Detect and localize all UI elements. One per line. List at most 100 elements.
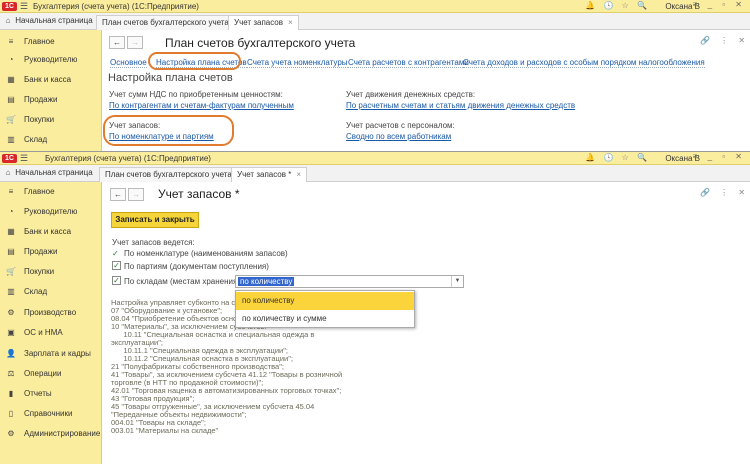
main-menu-icon[interactable]: ☰ <box>20 1 28 12</box>
main-menu-icon[interactable]: ☰ <box>20 153 28 164</box>
batches-checkbox[interactable]: ✓ <box>112 261 121 270</box>
nav-link-contractor-accounts[interactable]: Счета расчетов с контрагентами <box>348 58 469 68</box>
menu-icon: ≡ <box>8 37 14 46</box>
sidebar-item-purchases[interactable]: 🛒 Покупки <box>0 264 102 280</box>
chevron-down-icon[interactable]: ▼ <box>451 276 463 287</box>
sidebar-item-label: ОС и НМА <box>24 328 63 337</box>
tab-label: Учет запасов * <box>237 170 292 179</box>
warehouse-icon: ▥ <box>7 135 15 144</box>
sidebar-item-label: Главное <box>24 187 55 196</box>
content-area: ← → Учет запасов * 🔗 ⋮ ✕ Записать и закр… <box>103 182 750 464</box>
dropdown-option[interactable]: по количеству и сумме <box>236 310 414 328</box>
1c-logo: 1С <box>2 154 17 163</box>
sidebar-item-operations[interactable]: ⚖ Операции <box>0 366 102 382</box>
sidebar-item-main[interactable]: ≡ Главное <box>0 184 102 200</box>
close-icon[interactable]: × <box>288 18 293 27</box>
cash-link[interactable]: По расчетным счетам и статьям движения д… <box>346 101 575 110</box>
sidebar-item-label: Покупки <box>24 115 55 124</box>
header-icons[interactable]: 🔗 ⋮ ✕ <box>700 188 749 197</box>
sales-icon: ▤ <box>7 95 15 104</box>
chart-icon: ◔ <box>8 207 14 216</box>
tab-label: План счетов бухгалтерского учета <box>105 170 232 179</box>
option-items-label: По номенклатуре (наименованиям запасов) <box>124 249 288 258</box>
sidebar-item-sales[interactable]: ▤ Продажи <box>0 92 102 108</box>
tab-stock-accounting[interactable]: Учет запасов * × <box>231 167 308 183</box>
title-bar: 1С ☰ Бухгалтерия (счета учета) (1С:Предп… <box>0 152 750 165</box>
sidebar-item-sales[interactable]: ▤ Продажи <box>0 244 102 260</box>
content-area: ← → План счетов бухгалтерского учета 🔗 ⋮… <box>103 30 750 151</box>
tab-label: Учет запасов <box>234 18 284 27</box>
warehouse-icon: ▥ <box>7 287 15 296</box>
sidebar: ≡ Главное ◔ Руководителю ▦ Банк и касса ▤ Пр… <box>0 182 102 464</box>
dropdown-list: по количеству по количеству и сумме <box>235 290 415 328</box>
sidebar-item-main[interactable]: ≡ Главное <box>0 34 102 50</box>
forward-button[interactable]: → <box>127 36 143 49</box>
sidebar-item-label: Главное <box>24 37 55 46</box>
sidebar-item-warehouse[interactable]: ▥ Склад <box>0 132 102 148</box>
personnel-label: Учет расчетов с персоналом: <box>346 121 455 130</box>
save-and-close-button[interactable]: Записать и закрыть <box>111 212 199 228</box>
forward-button[interactable]: → <box>128 188 144 201</box>
personnel-link[interactable]: Сводно по всем работникам <box>346 132 451 141</box>
nav-link-income-expense[interactable]: Счета доходов и расходов с особым порядк… <box>463 58 705 68</box>
sidebar-item-bank[interactable]: ▦ Банк и касса <box>0 224 102 240</box>
person-icon: 👤 <box>6 349 16 358</box>
intro-label: Учет запасов ведется: <box>112 238 195 247</box>
sidebar-item-label: Производство <box>24 308 77 317</box>
bank-icon: ▦ <box>7 227 15 236</box>
nav-link-main[interactable]: Основное <box>110 58 147 68</box>
sidebar-item-purchases[interactable]: 🛒 Покупки <box>0 112 102 128</box>
1c-logo: 1С <box>2 2 17 11</box>
sidebar-item-label: Продажи <box>24 247 58 256</box>
sidebar-item-salary[interactable]: 👤 Зарплата и кадры <box>0 346 102 362</box>
home-icon: ⌂ <box>5 168 11 177</box>
app-title: Бухгалтерия (счета учета) (1С:Предприяти… <box>45 154 211 163</box>
dropdown-option[interactable]: по количеству <box>236 292 414 310</box>
sidebar-item-fixed-assets[interactable]: ▣ ОС и НМА <box>0 325 102 341</box>
sidebar-item-bank[interactable]: ▦ Банк и касса <box>0 72 102 88</box>
page-title: Учет запасов * <box>158 187 240 201</box>
option-warehouses-label: По складам (местам хранения): <box>124 277 243 286</box>
sidebar-item-warehouse[interactable]: ▥ Склад <box>0 284 102 300</box>
bank-icon: ▦ <box>7 75 15 84</box>
sidebar-item-manager[interactable]: ◔ Руководителю <box>0 52 102 68</box>
sidebar-item-directories[interactable]: ▯ Справочники <box>0 406 102 422</box>
close-icon[interactable]: × <box>296 170 301 179</box>
sidebar-item-manager[interactable]: ◔ Руководителю <box>0 204 102 220</box>
sidebar-item-label: Администрирование <box>24 429 101 438</box>
header-icons[interactable]: 🔗 ⋮ ✕ <box>700 36 749 45</box>
highlight-circle <box>148 52 241 70</box>
tab-chart-of-accounts[interactable]: План счетов бухгалтерского учета <box>96 15 235 30</box>
sidebar-item-label: Руководителю <box>24 207 78 216</box>
sidebar-item-label: Операции <box>24 369 62 378</box>
nav-link-items-accounts[interactable]: Счета учета номенклатуры <box>247 58 348 68</box>
highlight-circle <box>103 115 234 146</box>
sales-icon: ▤ <box>7 247 15 256</box>
sidebar-item-administration[interactable]: ⚙ Администрирование <box>0 426 102 442</box>
tab-home[interactable]: ⌂ Начальная страница <box>0 166 93 182</box>
back-button[interactable]: ← <box>110 188 126 201</box>
cash-label: Учет движения денежных средств: <box>346 90 476 99</box>
page-title: План счетов бухгалтерского учета <box>165 36 356 50</box>
window-controls[interactable]: ≡ _ ▫ ✕ <box>693 152 746 161</box>
warehouse-mode-select[interactable]: по количеству ▼ <box>235 275 464 288</box>
tab-home[interactable]: ⌂ Начальная страница <box>0 14 93 30</box>
sidebar-item-label: Продажи <box>24 95 58 104</box>
title-bar: 1С ☰ Бухгалтерия (счета учета) (1С:Предп… <box>0 0 750 13</box>
warehouses-checkbox[interactable]: ✓ <box>112 276 121 285</box>
vat-link[interactable]: По контрагентам и счетам-фактурам получе… <box>109 101 294 110</box>
window-controls[interactable]: ≡ _ ▫ ✕ <box>693 0 746 9</box>
window-chart-of-accounts: 1С ☰ Бухгалтерия (счета учета) (1С:Предп… <box>0 0 750 152</box>
toolbar-icons[interactable]: 🔔 🕓 ☆ 🔍 <box>585 1 650 10</box>
sidebar-item-production[interactable]: ⚙ Производство <box>0 305 102 321</box>
tab-chart-of-accounts[interactable]: План счетов бухгалтерского учета <box>99 167 238 182</box>
back-button[interactable]: ← <box>109 36 125 49</box>
tab-label: План счетов бухгалтерского учета <box>102 18 229 27</box>
select-value: по количеству <box>238 277 295 286</box>
tab-stock-accounting[interactable]: Учет запасов × <box>228 15 299 31</box>
sidebar-item-reports[interactable]: ▮ Отчеты <box>0 386 102 402</box>
sidebar: ≡ Главное ◔ Руководителю ▦ Банк и касса ▤ Пр… <box>0 30 102 151</box>
app-title: Бухгалтерия (счета учета) (1С:Предприяти… <box>33 2 199 11</box>
sidebar-item-label: Зарплата и кадры <box>24 349 91 358</box>
toolbar-icons[interactable]: 🔔 🕓 ☆ 🔍 <box>585 153 650 162</box>
